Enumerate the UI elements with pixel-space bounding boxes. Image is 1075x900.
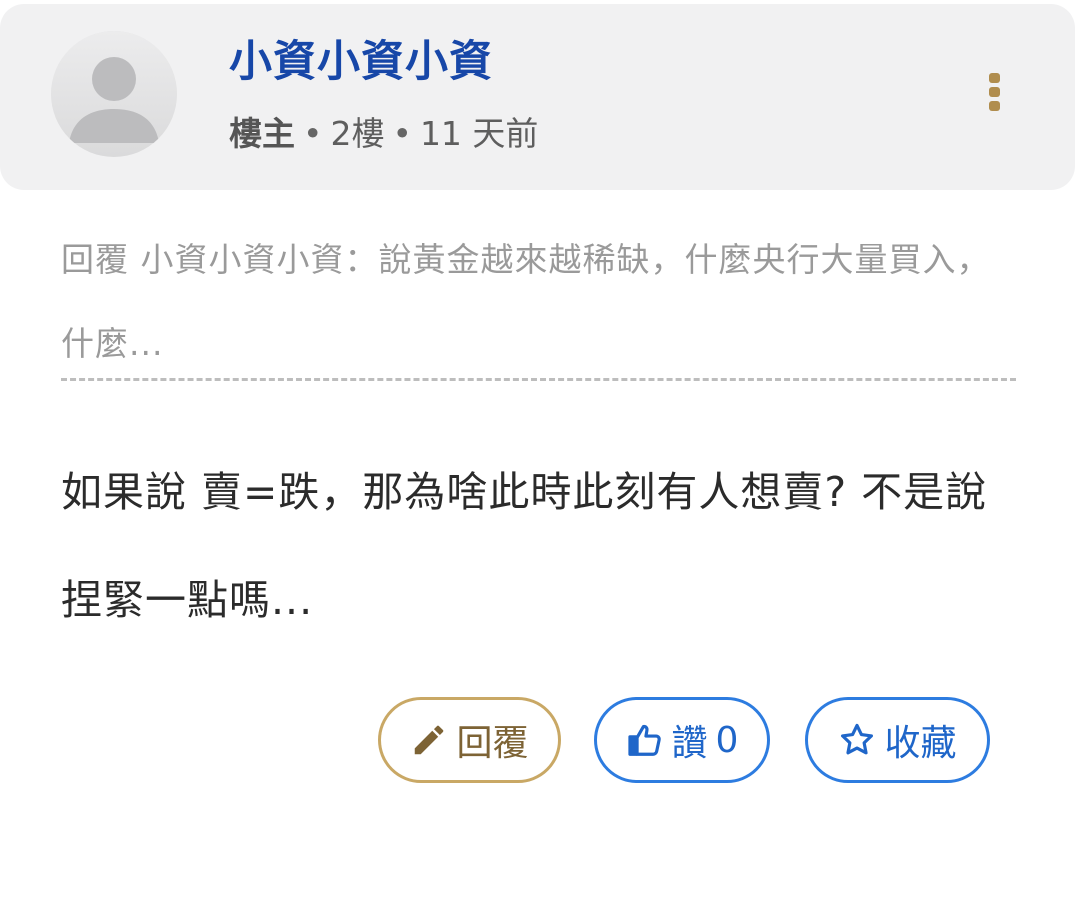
quote-divider (61, 378, 1016, 381)
favorite-label: 收藏 (884, 723, 957, 764)
pencil-icon (410, 721, 448, 759)
floor-number: 2樓 (330, 114, 385, 153)
reply-button[interactable]: 回覆 (378, 697, 561, 783)
post-header: 小資小資小資 樓主 • 2樓 • 11 天前 (0, 4, 1075, 190)
meta-separator: • (392, 114, 412, 153)
post-content: 如果說 賣=跌，那為啥此時此刻有人想賣? 不是說捏緊一點嗎... (61, 468, 988, 624)
more-options-button[interactable] (976, 66, 1012, 118)
meta-separator: • (303, 114, 323, 153)
thumbs-up-icon (626, 721, 664, 759)
username[interactable]: 小資小資小資 (229, 36, 493, 88)
more-vertical-icon (988, 87, 1000, 97)
post-meta: 樓主 • 2樓 • 11 天前 (229, 112, 538, 156)
more-vertical-icon (988, 101, 1000, 111)
more-vertical-icon (988, 73, 1000, 83)
like-label: 讚 (671, 723, 708, 764)
author-role-badge: 樓主 (229, 114, 295, 153)
reply-label: 回覆 (456, 723, 529, 764)
avatar[interactable] (51, 31, 177, 157)
favorite-button[interactable]: 收藏 (805, 697, 990, 783)
quoted-reply[interactable]: 回覆 小資小資小資：說黃金越來越稀缺，什麼央行大量買入，什麼... (61, 218, 1017, 386)
like-button[interactable]: 讚 0 (594, 697, 770, 783)
like-count: 0 (715, 719, 739, 761)
star-outline-icon (838, 721, 876, 759)
post-time: 11 天前 (419, 114, 539, 153)
post-actions: 回覆 讚 0 收藏 (0, 697, 1075, 789)
default-avatar-icon (51, 31, 177, 157)
